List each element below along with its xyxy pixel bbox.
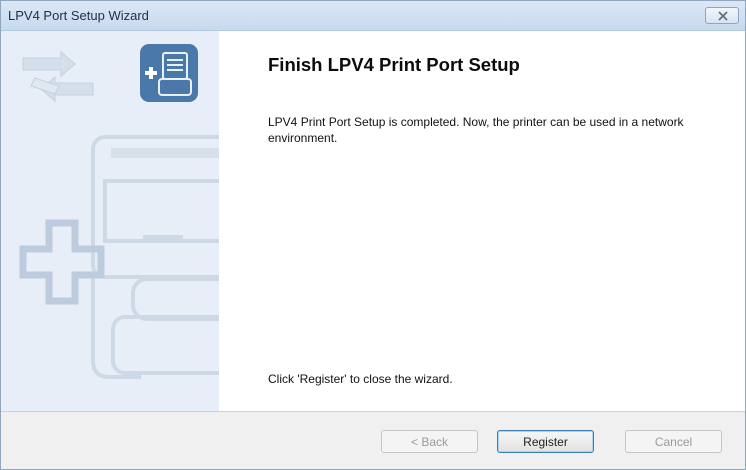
close-instruction: Click 'Register' to close the wizard. (268, 372, 453, 386)
close-button[interactable] (705, 7, 739, 24)
setup-illustration (19, 44, 219, 379)
plus-outline-icon (19, 219, 105, 305)
back-button[interactable]: < Back (381, 430, 478, 453)
window-title: LPV4 Port Setup Wizard (8, 8, 149, 23)
cancel-button[interactable]: Cancel (625, 430, 722, 453)
printer-outline (91, 135, 219, 379)
wizard-window: LPV4 Port Setup Wizard Finish LPV4 Print… (0, 0, 746, 470)
wizard-side-banner (1, 31, 219, 411)
title-bar[interactable]: LPV4 Port Setup Wizard (1, 1, 745, 31)
printer-add-icon (140, 44, 198, 102)
button-bar: < Back Register Cancel (1, 412, 745, 469)
network-arrows-icon (22, 50, 94, 103)
close-icon (718, 11, 728, 21)
page-title: Finish LPV4 Print Port Setup (268, 54, 520, 75)
completion-description: LPV4 Print Port Setup is completed. Now,… (268, 115, 684, 145)
wizard-content: Finish LPV4 Print Port Setup LPV4 Print … (219, 31, 745, 411)
register-button[interactable]: Register (497, 430, 594, 453)
